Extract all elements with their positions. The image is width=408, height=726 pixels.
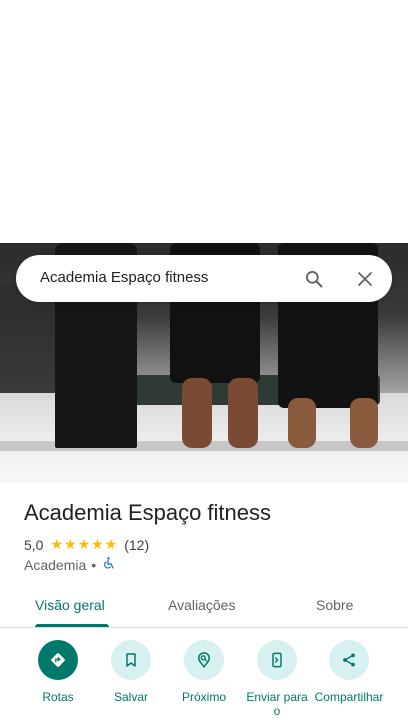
send-to-phone-button[interactable]: Enviar para o xyxy=(237,640,317,718)
nearby-icon xyxy=(184,640,224,680)
separator: • xyxy=(91,556,97,573)
photo-person-leg xyxy=(182,378,212,448)
search-bar[interactable]: Academia Espaço fitness xyxy=(16,255,392,302)
rating-row[interactable]: 5,0 ★★★★★ (12) xyxy=(24,536,149,553)
share-icon xyxy=(329,640,369,680)
place-title: Academia Espaço fitness xyxy=(24,500,272,525)
rating-value: 5,0 xyxy=(24,536,44,553)
share-button[interactable]: Compartilhar xyxy=(309,640,389,704)
search-input[interactable]: Academia Espaço fitness xyxy=(40,269,208,286)
place-category: Academia xyxy=(24,556,87,573)
close-icon[interactable] xyxy=(352,266,378,292)
tab-bar: Visão geral Avaliações Sobre xyxy=(0,585,408,628)
directions-icon xyxy=(38,640,78,680)
directions-label: Rotas xyxy=(42,690,74,704)
nearby-label: Próximo xyxy=(181,690,226,704)
photo-person-leg xyxy=(350,398,378,448)
tab-reviews[interactable]: Avaliações xyxy=(168,597,235,613)
wheelchair-icon xyxy=(102,556,115,573)
share-label: Compartilhar xyxy=(314,690,384,704)
send-to-phone-icon xyxy=(257,640,297,680)
tab-indicator xyxy=(35,624,109,627)
send-to-phone-label: Enviar para o xyxy=(246,690,308,718)
photo-person-leg xyxy=(228,378,258,448)
photo-person-leg xyxy=(288,398,316,448)
review-count: (12) xyxy=(124,536,150,553)
bookmark-icon xyxy=(111,640,151,680)
nearby-button[interactable]: Próximo xyxy=(164,640,244,704)
action-bar: Rotas Salvar Próximo Enviar para o Compa… xyxy=(0,640,408,726)
directions-button[interactable]: Rotas xyxy=(18,640,98,704)
save-button[interactable]: Salvar xyxy=(91,640,171,704)
tab-overview[interactable]: Visão geral xyxy=(35,597,105,613)
rating-stars: ★★★★★ xyxy=(50,536,119,552)
search-icon[interactable] xyxy=(301,266,327,292)
tab-about[interactable]: Sobre xyxy=(316,597,353,613)
save-label: Salvar xyxy=(113,690,148,704)
category-row: Academia • xyxy=(24,556,115,573)
